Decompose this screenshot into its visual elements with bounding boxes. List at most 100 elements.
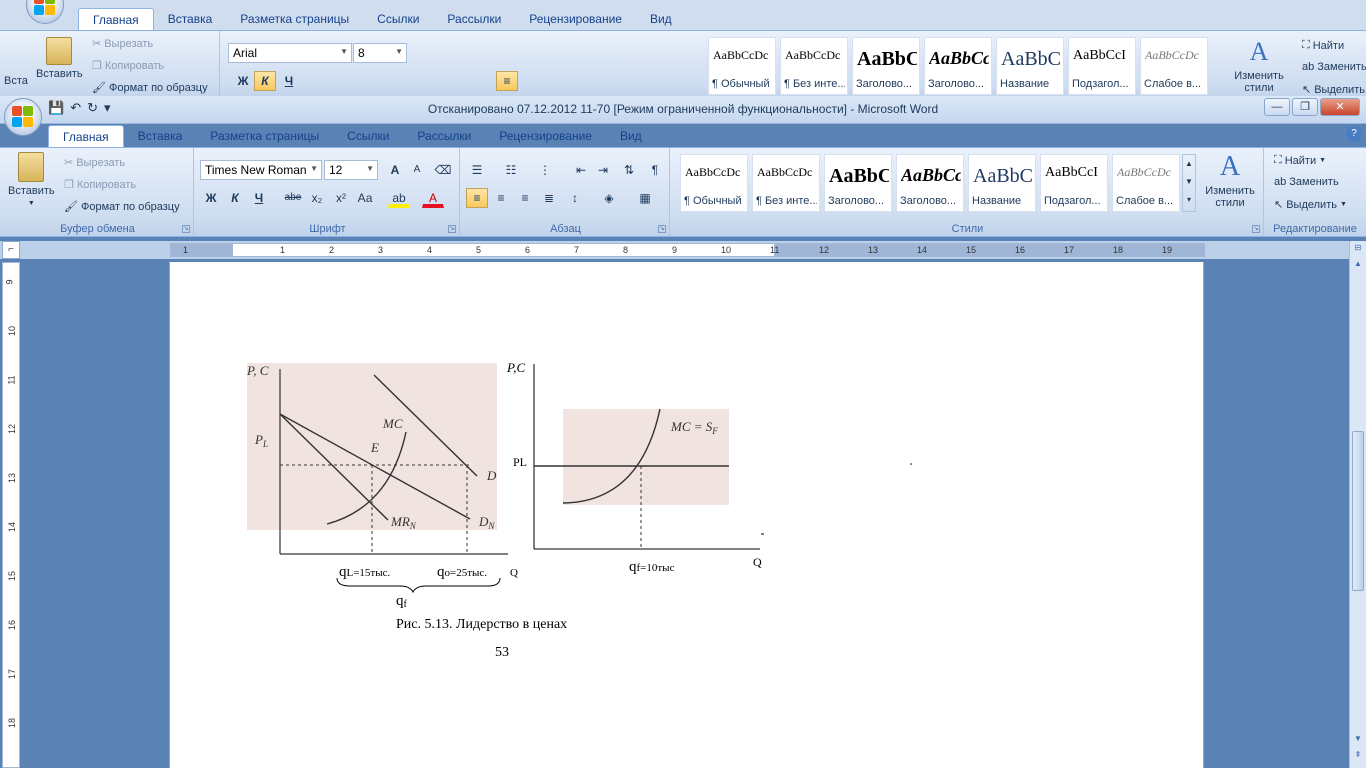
gallery-style-2[interactable]: AaBbC Заголово... (824, 154, 892, 212)
clear-format-icon[interactable]: ⌫ (432, 160, 454, 180)
cut-button[interactable]: ✂ Вырезать (64, 156, 125, 170)
gallery-style-5[interactable]: AaBbCcI Подзагол... (1040, 154, 1108, 212)
italic-button-back[interactable]: К (254, 71, 276, 91)
office-button-back[interactable] (26, 0, 64, 24)
vertical-scrollbar[interactable]: ⊟ ▲ ▼ ⇞ (1349, 241, 1366, 768)
italic-button[interactable]: К (224, 188, 246, 208)
format-painter-button-back[interactable]: 🖌 Формат по образцу (92, 81, 208, 95)
replace-button-back[interactable]: ab Заменить (1302, 61, 1366, 73)
tab-view[interactable]: Вид (606, 125, 656, 147)
gallery-style-0[interactable]: AaBbCcDc ¶ Обычный (680, 154, 748, 212)
restore-icon[interactable]: ❐ (1292, 98, 1318, 116)
redo-icon[interactable]: ↻ (87, 100, 98, 116)
gallery-style-6[interactable]: AaBbCcDc Слабое в... (1112, 154, 1180, 212)
align-left-icon[interactable]: ≡ (466, 188, 488, 208)
gallery-scroll-icon[interactable]: ▲ ▼ ▾ (1182, 154, 1196, 212)
font-size-combo-back[interactable]: 8 ▼ (353, 43, 407, 63)
font-color-button[interactable]: A (422, 188, 444, 208)
customize-qat-icon[interactable]: ▾ (104, 100, 111, 116)
dialog-launcher-icon[interactable]: ↘ (658, 225, 666, 233)
strikethrough-button[interactable]: abe (282, 188, 304, 208)
align-center-icon[interactable]: ≡ (490, 188, 512, 208)
line-spacing-icon[interactable]: ↕ (564, 188, 586, 208)
align-right-icon[interactable]: ≡ (514, 188, 536, 208)
gallery-back-style-6[interactable]: AaBbCcDc Слабое в... (1140, 37, 1208, 95)
minimize-icon[interactable]: — (1264, 98, 1290, 116)
superscript-button[interactable]: x² (330, 188, 352, 208)
dialog-launcher-icon[interactable]: ↘ (1252, 225, 1260, 233)
copy-button-back[interactable]: ❐ Копировать (92, 59, 164, 73)
dialog-launcher-icon[interactable]: ↘ (182, 225, 190, 233)
scroll-thumb[interactable] (1352, 431, 1364, 591)
office-button[interactable] (4, 98, 42, 136)
multilevel-list-icon[interactable]: ⋮ (534, 160, 556, 180)
find-button[interactable]: ⛶ Найти ▼ (1274, 154, 1326, 167)
tab-selector-icon[interactable]: ⌐ (2, 241, 20, 259)
bold-button[interactable]: Ж (200, 188, 222, 208)
numbering-icon[interactable]: ☷ (500, 160, 522, 180)
align-left-button-back[interactable]: ≡ (496, 71, 518, 91)
gallery-style-1[interactable]: AaBbCcDc ¶ Без инте... (752, 154, 820, 212)
gallery-style-4[interactable]: AaBbC Название (968, 154, 1036, 212)
tab-insert[interactable]: Вставка (124, 125, 197, 147)
gallery-back-style-1[interactable]: AaBbCcDc ¶ Без инте... (780, 37, 848, 95)
document-page[interactable]: P, C PL MC E D MRN DN P,C PL MC = SF Q q… (169, 262, 1204, 768)
borders-icon[interactable]: ▦ (634, 188, 656, 208)
underline-button-back[interactable]: Ч (278, 71, 300, 91)
change-styles-button[interactable]: A Изменить стили (1202, 152, 1258, 210)
tab-review-back[interactable]: Рецензирование (515, 8, 636, 30)
ruler-track[interactable]: 1 1 2 3 4 5 6 7 8 9 10 11 12 13 14 15 16 17 18 19 (170, 243, 1205, 257)
scroll-up-icon[interactable]: ▲ (1352, 259, 1364, 273)
replace-button[interactable]: ab Заменить (1274, 176, 1339, 188)
tab-mailings-back[interactable]: Рассылки (433, 8, 515, 30)
gallery-back-style-5[interactable]: AaBbCcI Подзагол... (1068, 37, 1136, 95)
show-formatting-button[interactable]: ¶ (644, 160, 666, 180)
subscript-button[interactable]: x₂ (306, 188, 328, 208)
tab-home[interactable]: Главная (48, 125, 124, 147)
font-name-combo-back[interactable]: Arial ▼ (228, 43, 352, 63)
copy-button[interactable]: ❐ Копировать (64, 178, 136, 192)
select-button-back[interactable]: ↖ Выделить (1302, 83, 1365, 97)
highlight-button[interactable]: ab (388, 188, 410, 208)
shrink-font-button[interactable]: A (406, 160, 428, 180)
horizontal-ruler[interactable]: ⌐ 1 1 2 3 4 5 6 7 8 9 10 11 12 13 14 15 16 17 18 19 (0, 241, 1366, 259)
underline-button[interactable]: Ч (248, 188, 270, 208)
tab-insert-back[interactable]: Вставка (154, 8, 227, 30)
tab-layout-back[interactable]: Разметка страницы (226, 8, 363, 30)
change-case-button[interactable]: Аа (354, 188, 376, 208)
ruler-toggle-icon[interactable]: ⊟ (1352, 243, 1364, 257)
paste-button-back[interactable]: Вставить (36, 37, 83, 80)
tab-review[interactable]: Рецензирование (485, 125, 606, 147)
undo-icon[interactable]: ↶ (70, 100, 81, 116)
paste-button-partial[interactable]: Вста (4, 75, 28, 87)
tab-mailings[interactable]: Рассылки (403, 125, 485, 147)
gallery-back-style-2[interactable]: AaBbC Заголово... (852, 37, 920, 95)
paste-button[interactable]: Вставить ▼ (8, 152, 55, 207)
format-painter-button[interactable]: 🖌 Формат по образцу (64, 200, 180, 214)
tab-view-back[interactable]: Вид (636, 8, 686, 30)
change-styles-button-back[interactable]: A Изменить стили (1232, 37, 1286, 94)
sort-icon[interactable]: ⇅ (618, 160, 640, 180)
cut-button-back[interactable]: ✂ Вырезать (92, 37, 153, 51)
gallery-style-3[interactable]: AaBbCc Заголово... (896, 154, 964, 212)
gallery-back-style-3[interactable]: AaBbCc Заголово... (924, 37, 992, 95)
gallery-back-style-4[interactable]: AaBbC Название (996, 37, 1064, 95)
tab-references-back[interactable]: Ссылки (363, 8, 433, 30)
save-icon[interactable]: 💾 (48, 100, 64, 116)
increase-indent-icon[interactable]: ⇥ (592, 160, 614, 180)
bullets-icon[interactable]: ☰ (466, 160, 488, 180)
gallery-back-style-0[interactable]: AaBbCcDc ¶ Обычный (708, 37, 776, 95)
tab-references[interactable]: Ссылки (333, 125, 403, 147)
tab-layout[interactable]: Разметка страницы (196, 125, 333, 147)
tab-home-back[interactable]: Главная (78, 8, 154, 30)
close-icon[interactable]: ✕ (1320, 98, 1360, 116)
select-button[interactable]: ↖ Выделить ▼ (1274, 198, 1347, 212)
font-name-combo[interactable]: Times New Roman ▼ (200, 160, 322, 180)
bold-button-back[interactable]: Ж (232, 71, 254, 91)
justify-icon[interactable]: ≣ (538, 188, 560, 208)
font-size-combo[interactable]: 12 ▼ (324, 160, 378, 180)
scroll-down-icon[interactable]: ▼ (1352, 734, 1364, 748)
decrease-indent-icon[interactable]: ⇤ (570, 160, 592, 180)
prev-page-icon[interactable]: ⇞ (1352, 750, 1364, 764)
shading-icon[interactable]: ◈ (598, 188, 620, 208)
